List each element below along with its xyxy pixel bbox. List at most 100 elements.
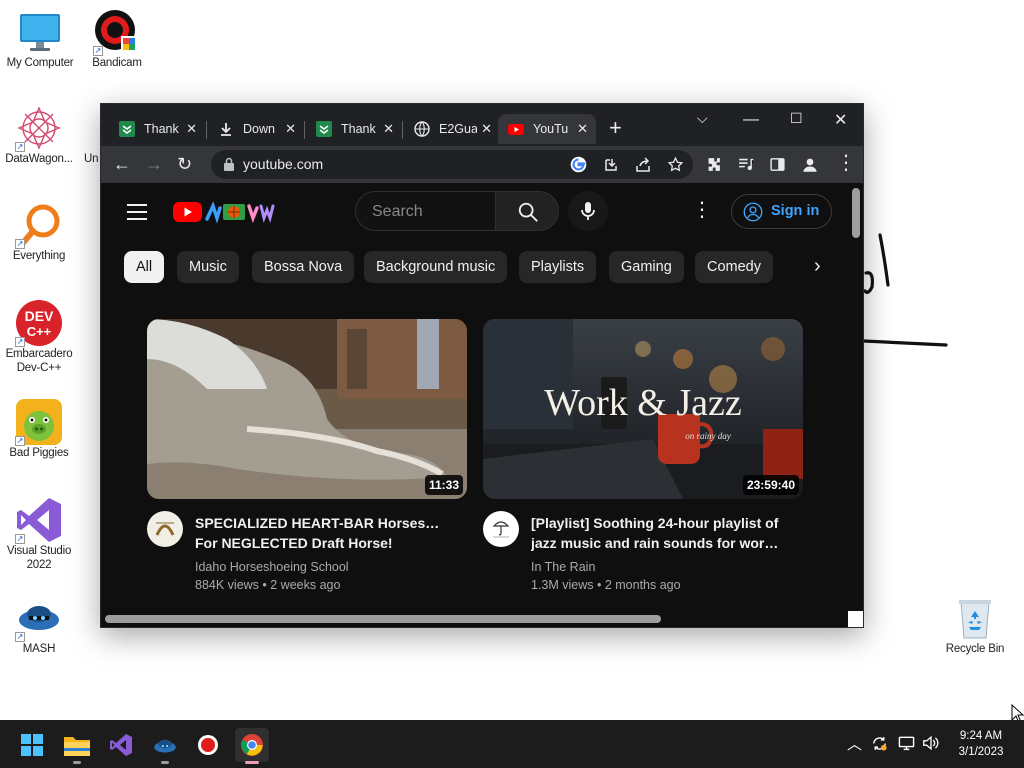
desktop-icon-partial[interactable]: Un [72, 104, 102, 166]
clock-time: 9:24 AM [959, 730, 1003, 742]
share-icon[interactable] [635, 157, 651, 173]
volume-icon[interactable] [922, 735, 940, 751]
browser-toolbar: ← → ↻ youtube.com ⋮ [101, 146, 863, 183]
desktop-icon-devcpp[interactable]: DEV C++ ↗ Embarcadero Dev-C++ [0, 299, 79, 375]
tab-youtube[interactable]: YouTu ✕ [498, 114, 596, 144]
install-app-icon[interactable] [603, 157, 619, 173]
clock-date: 3/1/2023 [958, 746, 1004, 758]
voice-search-button[interactable] [568, 191, 608, 231]
forward-button[interactable]: → [145, 154, 163, 174]
svg-text:C++: C++ [27, 324, 52, 339]
maximize-button[interactable]: ☐ [790, 110, 803, 127]
show-hidden-icons-chevron-icon[interactable]: ︿ [847, 733, 862, 754]
video-channel-name[interactable]: In The Rain [531, 560, 595, 574]
search-button[interactable] [495, 191, 559, 231]
desktop-icon-my-computer[interactable]: My Computer [0, 8, 80, 70]
chip-bossa-nova[interactable]: Bossa Nova [252, 251, 355, 283]
tab-thank-2[interactable]: Thank ✕ [306, 114, 402, 144]
video-metadata: 1.3M views • 2 months ago [531, 578, 681, 592]
profile-icon[interactable] [801, 156, 819, 174]
tab-download[interactable]: Down ✕ [208, 114, 304, 144]
address-bar[interactable]: youtube.com [211, 150, 693, 179]
file-explorer-icon[interactable] [60, 728, 94, 764]
bandicam-icon: ↗ [93, 8, 141, 56]
bookmark-star-icon[interactable] [667, 156, 684, 173]
tab-e2guardian[interactable]: E2Gua ✕ [404, 114, 500, 144]
chip-all[interactable]: All [124, 251, 165, 283]
vertical-scrollbar[interactable] [852, 188, 860, 238]
everything-search-icon: ↗ [15, 201, 63, 249]
video-thumbnail-jazz[interactable]: Work & Jazz on rainy day 23:59:40 [483, 319, 803, 499]
media-control-icon[interactable] [737, 156, 754, 173]
video-title[interactable]: SPECIALIZED HEART-BAR Horseshoe For NEGL… [195, 513, 445, 553]
video-duration-badge: 11:33 [424, 475, 463, 495]
desktop-icon-everything[interactable]: ↗ Everything [0, 201, 79, 263]
close-tab-icon[interactable]: ✕ [481, 121, 492, 137]
shortcut-arrow-icon: ↗ [15, 632, 25, 642]
reload-button[interactable]: ↻ [177, 154, 192, 174]
close-window-button[interactable]: ✕ [834, 110, 847, 130]
desktop-icon-bandicam[interactable]: ↗ Bandicam [77, 8, 157, 70]
desktop-icon-mash[interactable]: ↗ MASH [0, 594, 79, 656]
chip-music[interactable]: Music [177, 251, 239, 283]
chip-playlists[interactable]: Playlists [519, 251, 597, 283]
taskbar: ︿ 9:24 AM 3/1/2023 [0, 720, 1024, 768]
sign-in-button[interactable]: Sign in [731, 194, 832, 229]
chrome-taskbar-icon[interactable] [235, 728, 269, 764]
running-indicator [161, 761, 169, 764]
desktop-icon-datawagon[interactable]: ↗ DataWagon... [0, 104, 79, 166]
channel-avatar-idaho[interactable] [147, 511, 183, 547]
minimize-button[interactable]: — [743, 111, 759, 129]
horse-hoof-thumbnail [147, 319, 467, 499]
desktop-icon-bad-piggies[interactable]: ↗ Bad Piggies [0, 398, 79, 460]
chrome-window[interactable]: Thank ✕ Down ✕ Thank ✕ E2Gua ✕ YouTu ✕ +… [100, 103, 864, 628]
datawagon-icon: ↗ [15, 104, 63, 152]
chip-gaming[interactable]: Gaming [609, 251, 684, 283]
video-duration-badge: 23:59:40 [742, 475, 799, 495]
settings-dots-icon[interactable]: ⋮ [692, 197, 712, 222]
tab-thank-1[interactable]: Thank ✕ [109, 114, 205, 144]
chip-comedy[interactable]: Comedy [695, 251, 773, 283]
shortcut-arrow-icon: ↗ [15, 239, 25, 249]
chrome-menu-icon[interactable]: ⋮ [836, 153, 856, 173]
thumbnail-overlay-text: Work & Jazz [544, 382, 741, 424]
desktop-icon-recycle-bin[interactable]: Recycle Bin [935, 594, 1015, 656]
thumbnail-overlay-subtext: on rainy day [685, 431, 731, 441]
sync-update-icon[interactable] [871, 735, 888, 752]
mash-taskbar-icon[interactable] [148, 728, 182, 764]
close-tab-icon[interactable]: ✕ [186, 121, 197, 137]
back-button[interactable]: ← [113, 154, 131, 174]
search-input[interactable]: Search [355, 191, 495, 231]
close-tab-icon[interactable]: ✕ [383, 121, 394, 137]
chip-background-music[interactable]: Background music [364, 251, 508, 283]
download-icon [221, 123, 231, 136]
hamburger-menu-icon[interactable] [127, 204, 147, 220]
video-thumbnail-horseshoe[interactable]: 11:33 [147, 319, 467, 499]
close-tab-icon[interactable]: ✕ [285, 121, 296, 137]
chips-next-chevron-icon[interactable]: › [814, 255, 821, 278]
google-lens-icon[interactable] [570, 156, 587, 173]
microphone-icon [581, 202, 595, 220]
bandicam-taskbar-icon[interactable] [191, 728, 225, 762]
video-title[interactable]: [Playlist] Soothing 24-hour playlist of … [531, 513, 781, 553]
globe-icon [414, 121, 430, 137]
mash-icon: ↗ [15, 594, 63, 642]
windows-start-icon[interactable] [15, 728, 49, 762]
youtube-doodle-logo[interactable] [173, 200, 275, 224]
shortcut-arrow-icon: ↗ [15, 337, 25, 347]
desktop-icon-visual-studio[interactable]: ↗ Visual Studio 2022 [0, 496, 79, 572]
extensions-puzzle-icon[interactable] [705, 156, 722, 173]
video-channel-name[interactable]: Idaho Horseshoeing School [195, 560, 349, 574]
side-panel-icon[interactable] [769, 156, 786, 173]
network-icon[interactable] [898, 735, 915, 751]
active-indicator [245, 761, 259, 764]
tab-search-chevron-icon[interactable]: ⌵ [697, 110, 708, 127]
horizontal-scrollbar[interactable] [105, 615, 661, 623]
visual-studio-taskbar-icon[interactable] [104, 728, 138, 762]
channel-avatar-in-the-rain[interactable] [483, 511, 519, 547]
visual-studio-icon: ↗ [15, 496, 63, 544]
new-tab-button[interactable]: + [609, 117, 622, 139]
system-clock[interactable]: 9:24 AM 3/1/2023 [948, 728, 1014, 760]
search-icon [518, 202, 538, 222]
close-tab-icon[interactable]: ✕ [577, 121, 588, 137]
